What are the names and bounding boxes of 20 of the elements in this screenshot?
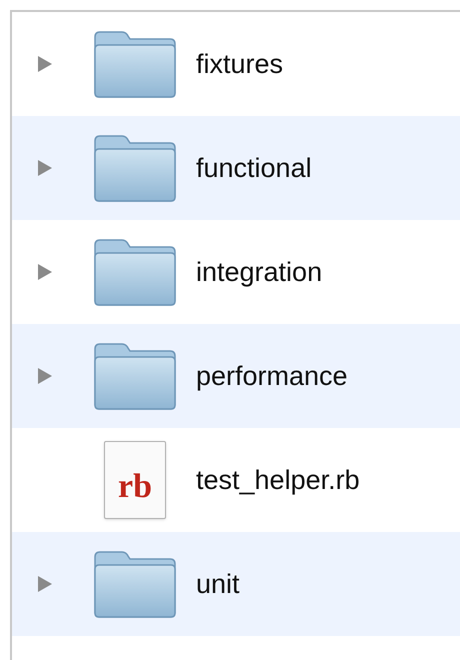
disclosure-triangle[interactable] [38, 576, 52, 592]
folder-icon [92, 549, 178, 619]
disclosure-triangle[interactable] [38, 160, 52, 176]
folder-name: performance [196, 360, 348, 393]
folder-icon [92, 237, 178, 307]
folder-icon [92, 341, 178, 411]
list-row[interactable]: functional [12, 116, 460, 220]
ruby-file-icon: rb [104, 441, 166, 519]
disclosure-triangle[interactable] [38, 56, 52, 72]
folder-icon [92, 29, 178, 99]
folder-name: fixtures [196, 48, 284, 81]
folder-icon [92, 133, 178, 203]
list-row[interactable]: performance [12, 324, 460, 428]
folder-name: integration [196, 256, 322, 289]
list-row[interactable]: unit [12, 532, 460, 636]
disclosure-triangle[interactable] [38, 264, 52, 280]
folder-name: functional [196, 152, 312, 185]
file-name: test_helper.rb [196, 464, 360, 497]
disclosure-triangle[interactable] [38, 368, 52, 384]
folder-name: unit [196, 568, 240, 601]
